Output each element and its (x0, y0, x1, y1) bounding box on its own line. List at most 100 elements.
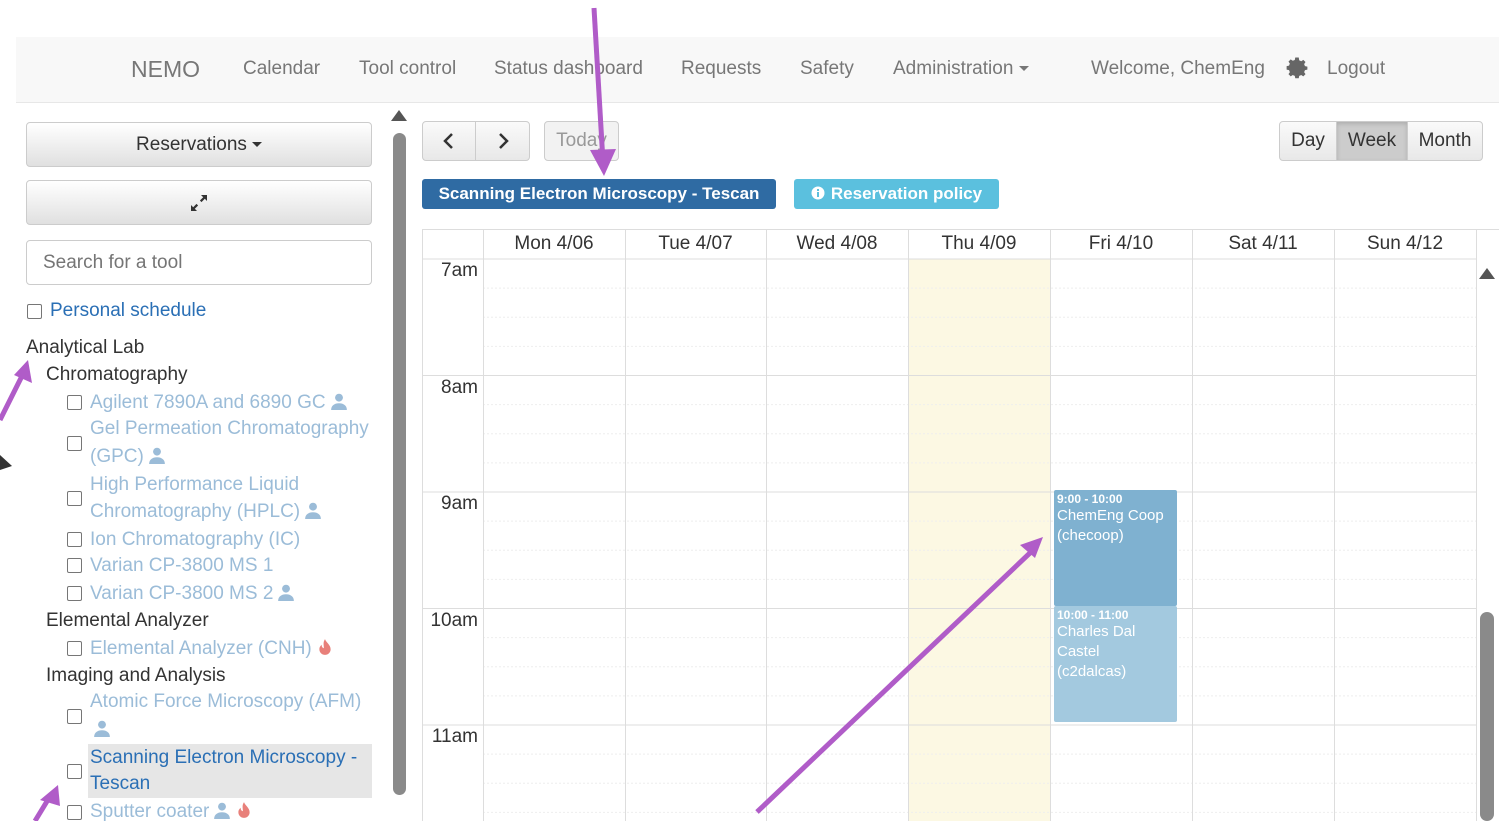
hour-label: 7am (441, 260, 478, 281)
tool-checkbox[interactable] (67, 491, 82, 506)
nav-tool-control[interactable]: Tool control (359, 58, 456, 80)
tool-checkbox[interactable] (67, 436, 82, 451)
tool-item-sputter[interactable]: Sputter coater (90, 798, 253, 821)
lab-heading: Analytical Lab (26, 337, 145, 358)
week-calendar-grid: Mon 4/06 Tue 4/07 Wed 4/08 Thu 4/09 Fri 4/10… (422, 229, 1499, 821)
event-title-line2: Castel (1057, 643, 1100, 660)
tool-item-gpc[interactable]: Gel Permeation Chromatography (90, 415, 369, 443)
tool-checkbox[interactable] (67, 764, 82, 779)
fire-icon (319, 639, 331, 655)
chevron-left-icon (443, 133, 453, 149)
tool-item-hplc[interactable]: High Performance Liquid (90, 471, 299, 499)
calendar-scrollbar-thumb[interactable] (1480, 612, 1494, 821)
welcome-user-link[interactable]: Welcome, ChemEng (1091, 58, 1265, 80)
day-header[interactable]: Sun 4/12 (1334, 229, 1476, 259)
reservations-label: Reservations (136, 134, 247, 155)
day-header[interactable]: Thu 4/09 (908, 229, 1050, 259)
gear-icon[interactable] (1283, 54, 1311, 82)
personal-schedule-checkbox[interactable] (27, 304, 42, 319)
tool-search-input[interactable] (26, 240, 372, 285)
tool-item-hplc-line2[interactable]: Chromatography (HPLC) (90, 498, 322, 526)
annotation-arrowhead (14, 360, 32, 383)
event-user: (checoop) (1057, 527, 1124, 544)
tool-label: Varian CP-3800 MS 2 (90, 583, 274, 604)
category-imaging-analysis: Imaging and Analysis (46, 665, 226, 686)
prev-week-button[interactable] (422, 121, 476, 161)
view-week-button[interactable]: Week (1336, 121, 1408, 161)
brand-logo[interactable]: NEMO (131, 56, 200, 83)
selected-tool-label: Scanning Electron Microscopy - Tescan (422, 179, 776, 209)
nav-logout[interactable]: Logout (1327, 58, 1385, 80)
annotation-arrow (0, 374, 25, 422)
user-icon (330, 393, 347, 410)
tool-checkbox[interactable] (67, 709, 82, 724)
next-week-button[interactable] (475, 121, 530, 161)
tool-item-elemental[interactable]: Elemental Analyzer (CNH) (90, 635, 334, 663)
nav-administration-label: Administration (893, 58, 1014, 79)
day-header[interactable]: Fri 4/10 (1050, 229, 1192, 259)
hour-label: 8am (441, 376, 478, 398)
calendar-event[interactable]: 10:00 - 11:00 Charles Dal Castel (c2dalc… (1054, 606, 1177, 722)
nav-administration[interactable]: Administration (893, 58, 1030, 80)
chevron-down-icon (251, 142, 262, 148)
tool-label: Agilent 7890A and 6890 GC (90, 392, 326, 413)
tool-checkbox[interactable] (67, 395, 82, 410)
reservation-policy-button[interactable]: Reservation policy (794, 179, 999, 209)
calendar-grid-lines (422, 229, 1499, 821)
expand-arrows-icon (191, 194, 207, 211)
today-column-highlight (908, 259, 1050, 821)
nav-status-dashboard[interactable]: Status dashboard (494, 58, 643, 80)
tool-item-varian-1[interactable]: Varian CP-3800 MS 1 (90, 552, 273, 580)
tool-label: Chromatography (HPLC) (90, 501, 301, 522)
tool-item-afm[interactable]: Atomic Force Microscopy (AFM) (90, 688, 361, 716)
category-chromatography: Chromatography (46, 364, 188, 385)
view-month-button[interactable]: Month (1407, 121, 1483, 161)
day-header[interactable]: Tue 4/07 (625, 229, 766, 259)
scroll-up-arrow-icon[interactable] (1479, 268, 1495, 279)
personal-schedule-link[interactable]: Personal schedule (50, 297, 206, 325)
event-time: 10:00 - 11:00 (1057, 608, 1129, 622)
scroll-up-arrow-icon[interactable] (391, 110, 407, 121)
view-day-button[interactable]: Day (1279, 121, 1337, 161)
today-button[interactable]: Today (544, 121, 619, 161)
user-icon (278, 584, 295, 601)
annotation-arrowhead (0, 455, 12, 470)
tool-checkbox[interactable] (67, 558, 82, 573)
tool-item-ic[interactable]: Ion Chromatography (IC) (90, 526, 300, 554)
tool-checkbox[interactable] (67, 586, 82, 601)
tool-label: Sputter coater (90, 801, 210, 821)
hour-label: 10am (430, 609, 478, 631)
day-header[interactable]: Mon 4/06 (483, 229, 625, 259)
tool-label: (GPC) (90, 446, 144, 467)
tool-item-sem[interactable]: Scanning Electron Microscopy - (90, 744, 357, 772)
sidebar-scrollbar-thumb[interactable] (393, 133, 406, 795)
hour-label: 11am (431, 726, 478, 747)
day-header[interactable]: Sat 4/11 (1192, 229, 1334, 259)
event-user: (c2dalcas) (1057, 663, 1127, 680)
reservations-dropdown-button[interactable]: Reservations (26, 122, 372, 167)
user-icon (148, 447, 165, 464)
reservation-policy-label: Reservation policy (830, 184, 983, 203)
event-title: ChemEng Coop (1057, 507, 1164, 524)
day-header[interactable]: Wed 4/08 (766, 229, 908, 259)
info-icon (811, 186, 825, 200)
tool-item-gpc-line2[interactable]: (GPC) (90, 443, 166, 471)
tool-label: High Performance Liquid (90, 474, 300, 495)
tool-checkbox[interactable] (67, 805, 82, 820)
nav-calendar[interactable]: Calendar (243, 58, 320, 80)
nav-safety[interactable]: Safety (800, 58, 854, 80)
user-icon (94, 720, 110, 737)
tool-item-sem-line2[interactable]: Tescan (90, 770, 150, 798)
tool-item-agilent[interactable]: Agilent 7890A and 6890 GC (90, 389, 348, 417)
calendar-event[interactable]: 9:00 - 10:00 ChemEng Coop (checoop) (1054, 490, 1177, 606)
annotation-arrow (32, 796, 52, 821)
tool-checkbox[interactable] (67, 532, 82, 547)
tool-item-varian-2[interactable]: Varian CP-3800 MS 2 (90, 580, 295, 608)
chevron-right-icon (498, 133, 509, 149)
annotation-arrowhead (40, 785, 60, 806)
tool-checkbox[interactable] (67, 641, 82, 656)
expand-button[interactable] (26, 180, 372, 225)
nav-requests[interactable]: Requests (681, 58, 761, 80)
top-navbar: NEMO Calendar Tool control Status dashbo… (16, 37, 1499, 103)
chevron-down-icon (1019, 66, 1030, 72)
